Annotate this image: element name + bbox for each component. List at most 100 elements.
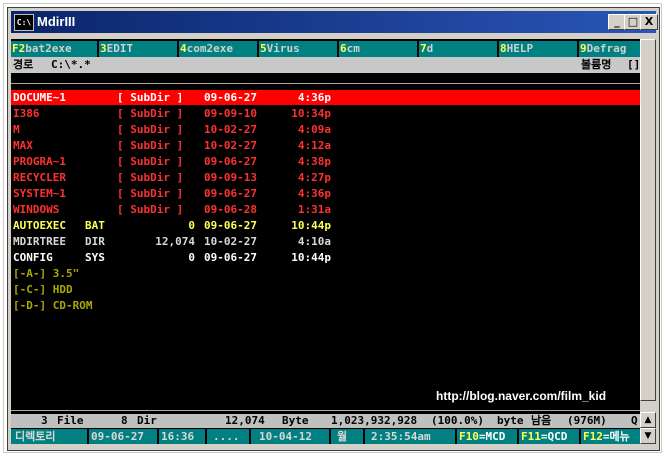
fkey-d[interactable]: 7d — [417, 41, 500, 57]
file-name: AUTOEXEC — [13, 219, 66, 232]
separator — [157, 429, 159, 444]
console-screen[interactable]: F2bat2exe 3EDIT 4com2exe 5Virus 6cm 7d 8… — [11, 39, 640, 444]
f10-number: F10 — [459, 430, 479, 443]
file-time: 10:44p — [291, 219, 331, 232]
path-value: C:\*.* — [51, 58, 91, 71]
fkey-bat2exe[interactable]: F2bat2exe — [11, 41, 92, 57]
status-bar: 3 File 8 Dir 12,074 Byte 1,023,932,928 (… — [11, 414, 640, 428]
file-time: 10:44p — [291, 251, 331, 264]
file-time: 4:10a — [297, 235, 331, 248]
close-button[interactable]: X — [640, 14, 658, 30]
drive-label: [-C-] HDD — [13, 283, 73, 296]
f11-key[interactable]: F11=QCD — [521, 429, 567, 444]
file-row[interactable]: AUTOEXEC BAT 0 09-06-27 10:44p — [11, 218, 640, 233]
fkey-com2exe[interactable]: 4com2exe — [177, 41, 260, 57]
f12-number: F12 — [583, 430, 603, 443]
fkey-defrag[interactable]: 9Defrag — [577, 41, 640, 57]
separator — [363, 429, 365, 444]
f10-key[interactable]: F10=MCD — [459, 429, 505, 444]
byte-total: 12,074 — [225, 414, 265, 427]
file-time: 4:09a — [297, 123, 331, 136]
fkey-number: F2 — [12, 42, 26, 55]
file-row[interactable]: SYSTEM~1 [ SubDir ] 09-06-27 4:36p — [11, 186, 640, 201]
file-time: 4:36p — [297, 187, 331, 200]
file-size: [ SubDir ] — [117, 171, 184, 184]
file-date: 09-06-27 — [204, 251, 257, 264]
drive-c[interactable]: [-C-] HDD — [11, 282, 640, 297]
f11-label: =QCD — [540, 430, 568, 443]
title-bar[interactable]: C:\ MdirIII _ □ X — [11, 11, 658, 33]
file-row[interactable]: M [ SubDir ] 10-02-27 4:09a — [11, 122, 640, 137]
drive-label: [-A-] 3.5" — [13, 267, 80, 280]
file-row-selected[interactable]: DOCUME~1 [ SubDir ] 09-06-27 4:36p — [11, 90, 640, 105]
fkey-help[interactable]: 8HELP — [497, 41, 580, 57]
fkey-label: Defrag — [586, 42, 627, 55]
file-ext: BAT — [85, 219, 105, 232]
file-row[interactable]: RECYCLER [ SubDir ] 09-09-13 4:27p — [11, 170, 640, 185]
file-row[interactable]: MAX [ SubDir ] 10-02-27 4:12a — [11, 138, 640, 153]
file-row[interactable]: MDIRTREE DIR 12,074 10-02-27 4:10a — [11, 234, 640, 249]
scroll-up-arrow-icon[interactable]: ▲ — [640, 412, 656, 428]
file-time: 4:12a — [297, 139, 331, 152]
blog-watermark: http://blog.naver.com/film_kid — [436, 389, 607, 403]
scrollbar-thumb[interactable] — [640, 39, 656, 401]
console-icon[interactable]: C:\ — [14, 14, 34, 31]
fkey-cm[interactable]: 6cm — [337, 41, 420, 57]
fkey-edit[interactable]: 3EDIT — [97, 41, 180, 57]
remaining-value: (976M) — [567, 414, 607, 427]
file-name: PROGRA~1 — [13, 155, 66, 168]
fkey-virus[interactable]: 5Virus — [257, 41, 340, 57]
file-name: WINDOWS — [13, 203, 60, 216]
file-time: 4:38p — [297, 155, 331, 168]
drive-a[interactable]: [-A-] 3.5" — [11, 266, 640, 281]
f12-key[interactable]: F12=메뉴 — [583, 429, 630, 444]
fkey-label: Virus — [266, 42, 300, 55]
separator — [455, 429, 457, 444]
drive-d[interactable]: [-D-] CD-ROM — [11, 298, 640, 313]
path-label: 경로 — [13, 58, 34, 71]
divider — [11, 410, 640, 411]
fkey-number: 4 — [180, 42, 187, 55]
separator — [205, 429, 207, 444]
clock: 2:35:54am — [371, 430, 431, 443]
f11-number: F11 — [521, 430, 541, 443]
path-bar: 경로 C:\*.* 볼륨명 [] — [11, 57, 640, 73]
file-row[interactable]: CONFIG SYS 0 09-06-27 10:44p — [11, 250, 640, 265]
file-size: 12,074 — [155, 235, 195, 248]
file-count: 3 — [41, 414, 48, 427]
f12-label: =메뉴 — [602, 430, 630, 443]
file-row[interactable]: WINDOWS [ SubDir ] 09-06-28 1:31a — [11, 202, 640, 217]
fkey-label: bat2exe — [25, 42, 72, 55]
fkey-label: d — [426, 42, 434, 55]
file-name: CONFIG — [13, 251, 53, 264]
file-date: 10-02-27 — [204, 123, 257, 136]
file-name: MAX — [13, 139, 33, 152]
current-date: 10-04-12 — [259, 430, 312, 443]
file-size: [ SubDir ] — [117, 107, 184, 120]
separator — [517, 429, 519, 444]
file-row[interactable]: PROGRA~1 [ SubDir ] 09-06-27 4:38p — [11, 154, 640, 169]
separator — [249, 429, 251, 444]
console-window: C:\ MdirIII _ □ X F2bat2exe 3EDIT 4com2e… — [7, 7, 660, 451]
file-row[interactable]: I386 [ SubDir ] 09-09-10 10:34p — [11, 106, 640, 121]
file-name: M — [13, 123, 20, 136]
separator — [329, 429, 331, 444]
window-title: MdirIII — [37, 14, 76, 29]
byte-label: Byte — [282, 414, 309, 427]
vertical-scrollbar[interactable]: ▲ ▼ — [640, 39, 656, 444]
file-size: [ SubDir ] — [117, 203, 184, 216]
fkey-number: 7 — [420, 42, 427, 55]
fkey-number: 9 — [580, 42, 587, 55]
tree-label[interactable]: 디렉토리 — [15, 429, 55, 444]
scroll-down-arrow-icon[interactable]: ▼ — [640, 428, 656, 444]
dots: .... — [213, 430, 240, 443]
fkey-number: 5 — [260, 42, 267, 55]
file-size: [ SubDir ] — [117, 155, 184, 168]
file-date: 09-06-27 — [204, 91, 257, 104]
file-ext: SYS — [85, 251, 105, 264]
separator — [579, 429, 581, 444]
file-name: I386 — [13, 107, 40, 120]
dir-time: 16:36 — [161, 430, 195, 443]
free-percent: (100.0%) — [431, 414, 484, 427]
file-time: 4:36p — [297, 91, 331, 104]
